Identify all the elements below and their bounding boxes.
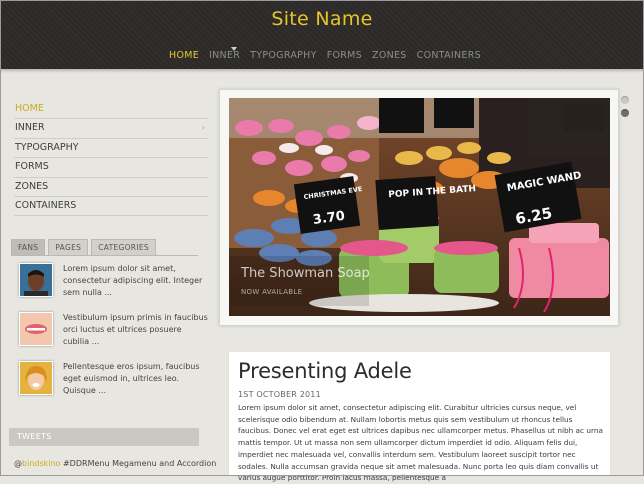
slide-caption-title: The Showman Soap [241, 266, 370, 281]
site-name[interactable]: Site Name [1, 8, 643, 30]
sidebar-item-label: TYPOGRAPHY [15, 141, 79, 153]
tab-fans[interactable]: FANS [11, 239, 46, 255]
avatar[interactable] [19, 263, 53, 297]
sidebar-item-label: HOME [15, 103, 44, 114]
sidebar-item-typography[interactable]: TYPOGRAPHY [14, 139, 208, 159]
tweet-body: #DDRMenu Megamenu and Accordion [60, 459, 217, 468]
top-nav: HOME INNER TYPOGRAPHY FORMS ZONES CONTAI… [169, 50, 481, 61]
slide-image[interactable]: POP IN THE BATH MAGIC WAND CHRISTMAS EVE… [229, 98, 610, 316]
site-header: Site Name HOME INNER TYPOGRAPHY FORMS ZO… [1, 1, 643, 69]
slider-dot-2[interactable] [621, 109, 629, 117]
sidebar-item-label: CONTAINERS [15, 199, 77, 211]
sidebar-item-label: INNER [15, 122, 45, 134]
article-title[interactable]: Presenting Adele [238, 359, 412, 383]
sidebar-item-home[interactable]: HOME [14, 100, 208, 120]
sidebar-item-containers[interactable]: CONTAINERS [14, 197, 208, 217]
top-nav-inner[interactable]: INNER [209, 50, 240, 61]
sidebar-item-forms[interactable]: FORMS [14, 158, 208, 178]
post-text: Pellentesque eros ipsum, faucibus eget e… [63, 362, 200, 395]
slider-dot-1[interactable] [621, 96, 629, 104]
header-shadow [1, 69, 643, 73]
tweet-at: @ [14, 459, 22, 468]
tweet-handle-link[interactable]: bindskino [22, 459, 60, 468]
top-nav-typography[interactable]: TYPOGRAPHY [250, 50, 317, 61]
slider-pagination [621, 96, 629, 122]
sidebar-item-inner[interactable]: INNER › [14, 119, 208, 139]
chevron-right-icon: › [201, 123, 205, 133]
article-body: Lorem ipsum dolor sit amet, consectetur … [238, 403, 603, 483]
post-text: Vestibulum ipsum primis in faucibus orci… [63, 313, 208, 346]
post-text: Lorem ipsum dolor sit amet, consectetur … [63, 264, 203, 297]
tab-pages[interactable]: PAGES [48, 239, 89, 255]
sidebar-item-label: ZONES [15, 180, 49, 192]
sidebar-nav: HOME INNER › TYPOGRAPHY FORMS ZONES CONTA… [14, 100, 208, 217]
sidebar-item-label: FORMS [15, 161, 49, 173]
tab-categories[interactable]: CATEGORIES [91, 239, 156, 255]
top-nav-forms[interactable]: FORMS [327, 50, 362, 61]
image-slider: POP IN THE BATH MAGIC WAND CHRISTMAS EVE… [219, 89, 619, 326]
tweets-header: TWEETS [9, 428, 199, 446]
sidebar-tabs: FANS PAGES CATEGORIES [11, 239, 156, 255]
article-date: 1ST OCTOBER 2011 [238, 390, 321, 399]
top-nav-zones[interactable]: ZONES [372, 50, 407, 61]
top-nav-home[interactable]: HOME [169, 50, 199, 61]
avatar[interactable] [19, 361, 53, 395]
sidebar-item-zones[interactable]: ZONES [14, 178, 208, 197]
avatar[interactable] [19, 312, 53, 346]
tab-divider [11, 255, 198, 256]
slide-caption-subtitle: NOW AVAILABLE [241, 288, 303, 296]
article: Presenting Adele 1ST OCTOBER 2011 Lorem … [228, 352, 611, 482]
top-nav-containers[interactable]: CONTAINERS [417, 50, 481, 61]
tweet-text: @bindskino #DDRMenu Megamenu and Accordi… [14, 459, 216, 468]
